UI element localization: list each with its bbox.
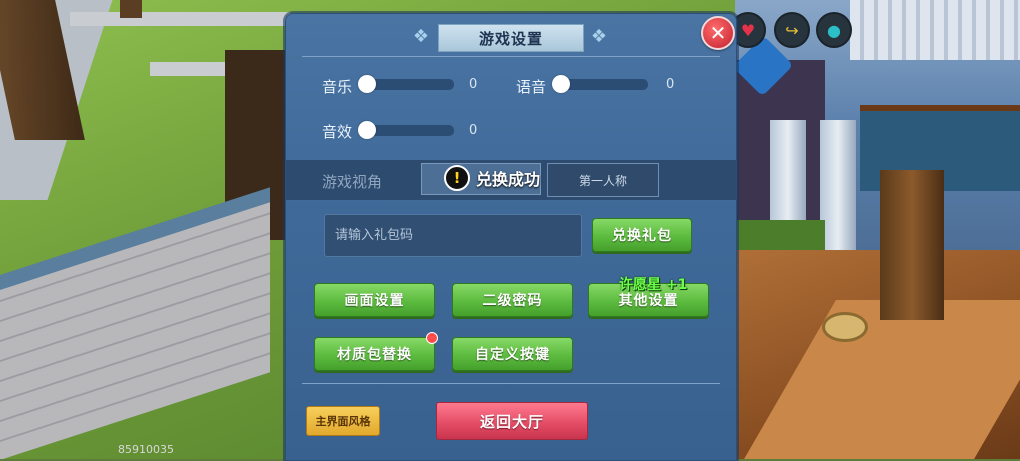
coordinate-counter: 85910035 [118,443,174,456]
reward-floating-text: 许愿星 +1 [619,277,688,293]
divider [302,56,720,57]
toast-message: ! 兑换成功 [444,164,540,192]
voice-value: 0 [666,77,675,92]
notification-dot [426,332,438,344]
voice-label: 语音 [516,78,547,96]
golden-bowl [822,312,868,342]
ornament-right-icon: ❖ [590,26,608,47]
view-label: 游戏视角 [322,173,383,191]
graphics-settings-button[interactable]: 画面设置 [314,283,435,317]
heart-glyph: ♥ [740,20,756,40]
redeem-gift-button[interactable]: 兑换礼包 [592,218,692,252]
texture-pack-button[interactable]: 材质包替换 [314,337,435,371]
view-row: 游戏视角 第一人称 ! 兑换成功 [286,160,736,200]
return-lobby-button[interactable]: 返回大厅 [436,402,588,440]
toast-text: 兑换成功 [476,170,541,189]
title-bar: ❖ 游戏设置 ❖ [410,20,610,52]
drop-icon[interactable]: ● [816,12,852,48]
close-icon: ✕ [709,21,727,45]
drop-glyph: ● [827,20,841,40]
view-option-first-person[interactable]: 第一人称 [547,163,659,197]
stone-path-top [70,12,290,26]
share-glyph: ↪ [785,20,799,40]
voice-slider-knob[interactable] [552,75,570,93]
wooden-pillar [880,170,944,320]
main-style-button[interactable]: 主界面风格 [306,406,380,436]
dialog-title: 游戏设置 [438,24,584,52]
marble-column [820,120,856,270]
second-password-button[interactable]: 二级密码 [452,283,573,317]
sfx-slider-knob[interactable] [358,121,376,139]
music-slider-knob[interactable] [358,75,376,93]
divider [302,383,720,384]
music-label: 音乐 [322,78,353,96]
settings-dialog: ❖ 游戏设置 ❖ 音乐 0 语音 0 音效 0 游戏视角 第一人称 ! 兑换成功… [285,13,737,461]
share-icon[interactable]: ↪ [774,12,810,48]
close-button[interactable]: ✕ [701,16,735,50]
warning-icon: ! [444,165,470,191]
ornament-left-icon: ❖ [412,26,430,47]
sfx-label: 音效 [322,123,353,141]
sfx-value: 0 [469,123,478,138]
tree-trunk-small [120,0,142,18]
music-value: 0 [469,77,478,92]
castle-roof [850,0,1020,60]
gift-code-input[interactable] [324,214,582,257]
custom-keys-button[interactable]: 自定义按键 [452,337,573,371]
